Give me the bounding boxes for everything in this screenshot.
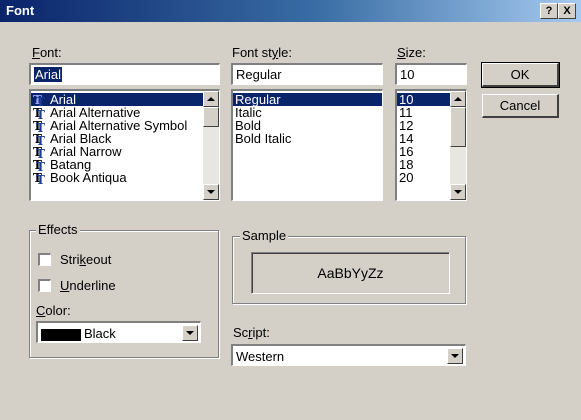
strikeout-checkbox[interactable] (38, 253, 51, 266)
size-label: Size: (397, 45, 426, 60)
font-style-list[interactable]: Regular Italic Bold Bold Italic (231, 89, 383, 201)
effects-title: Effects (36, 222, 80, 237)
scroll-thumb[interactable] (203, 107, 219, 127)
sample-preview: AaBbYyZz (251, 252, 450, 294)
underline-checkbox[interactable] (38, 279, 51, 292)
help-button[interactable]: ? (540, 3, 558, 19)
color-select[interactable]: Black (36, 321, 201, 343)
size-list-item-label: 20 (399, 170, 414, 185)
size-input[interactable]: 10 (395, 63, 467, 85)
script-select[interactable]: Western (231, 344, 466, 366)
script-label: Script: (233, 325, 270, 340)
dropdown-arrow-icon[interactable] (447, 348, 463, 364)
font-name-input[interactable]: Arial (29, 63, 220, 85)
style-list-item-label: Bold Italic (235, 131, 292, 146)
dropdown-arrow-icon[interactable] (182, 325, 198, 341)
font-style-label: Font style: (232, 45, 292, 60)
size-value: 10 (400, 67, 415, 82)
size-list[interactable]: 10 11 12 14 16 18 20 (395, 89, 467, 201)
title-bar[interactable]: Font ? X (0, 0, 581, 22)
font-list-item[interactable]: TBook Antiqua (31, 170, 203, 188)
style-list-item[interactable]: Bold Italic (233, 132, 382, 145)
window-title: Font (6, 3, 35, 18)
truetype-icon: T (33, 172, 47, 188)
scroll-down-icon[interactable] (450, 184, 466, 200)
size-list-item[interactable]: 20 (397, 171, 450, 184)
font-list[interactable]: TArialTArial AlternativeTArial Alternati… (29, 89, 220, 201)
scroll-up-icon[interactable] (203, 91, 219, 107)
script-value: Western (236, 349, 285, 364)
font-name-value: Arial (34, 67, 63, 82)
ok-button[interactable]: OK (481, 62, 560, 88)
scroll-thumb[interactable] (450, 107, 466, 147)
close-button[interactable]: X (558, 3, 576, 19)
size-list-scrollbar[interactable] (450, 91, 466, 200)
color-value: Black (84, 326, 116, 341)
scroll-up-icon[interactable] (450, 91, 466, 107)
font-style-input[interactable]: Regular (231, 63, 383, 85)
font-list-item-label: Book Antiqua (50, 170, 127, 185)
strikeout-label[interactable]: Strikeout (60, 252, 111, 267)
color-swatch (41, 328, 81, 341)
font-list-scrollbar[interactable] (203, 91, 219, 200)
cancel-button[interactable]: Cancel (482, 94, 559, 118)
color-label: Color: (36, 303, 71, 318)
font-label: Font: (32, 45, 62, 60)
scroll-down-icon[interactable] (203, 184, 219, 200)
underline-label[interactable]: Underline (60, 278, 116, 293)
sample-title: Sample (240, 228, 289, 243)
font-style-value: Regular (236, 67, 282, 82)
